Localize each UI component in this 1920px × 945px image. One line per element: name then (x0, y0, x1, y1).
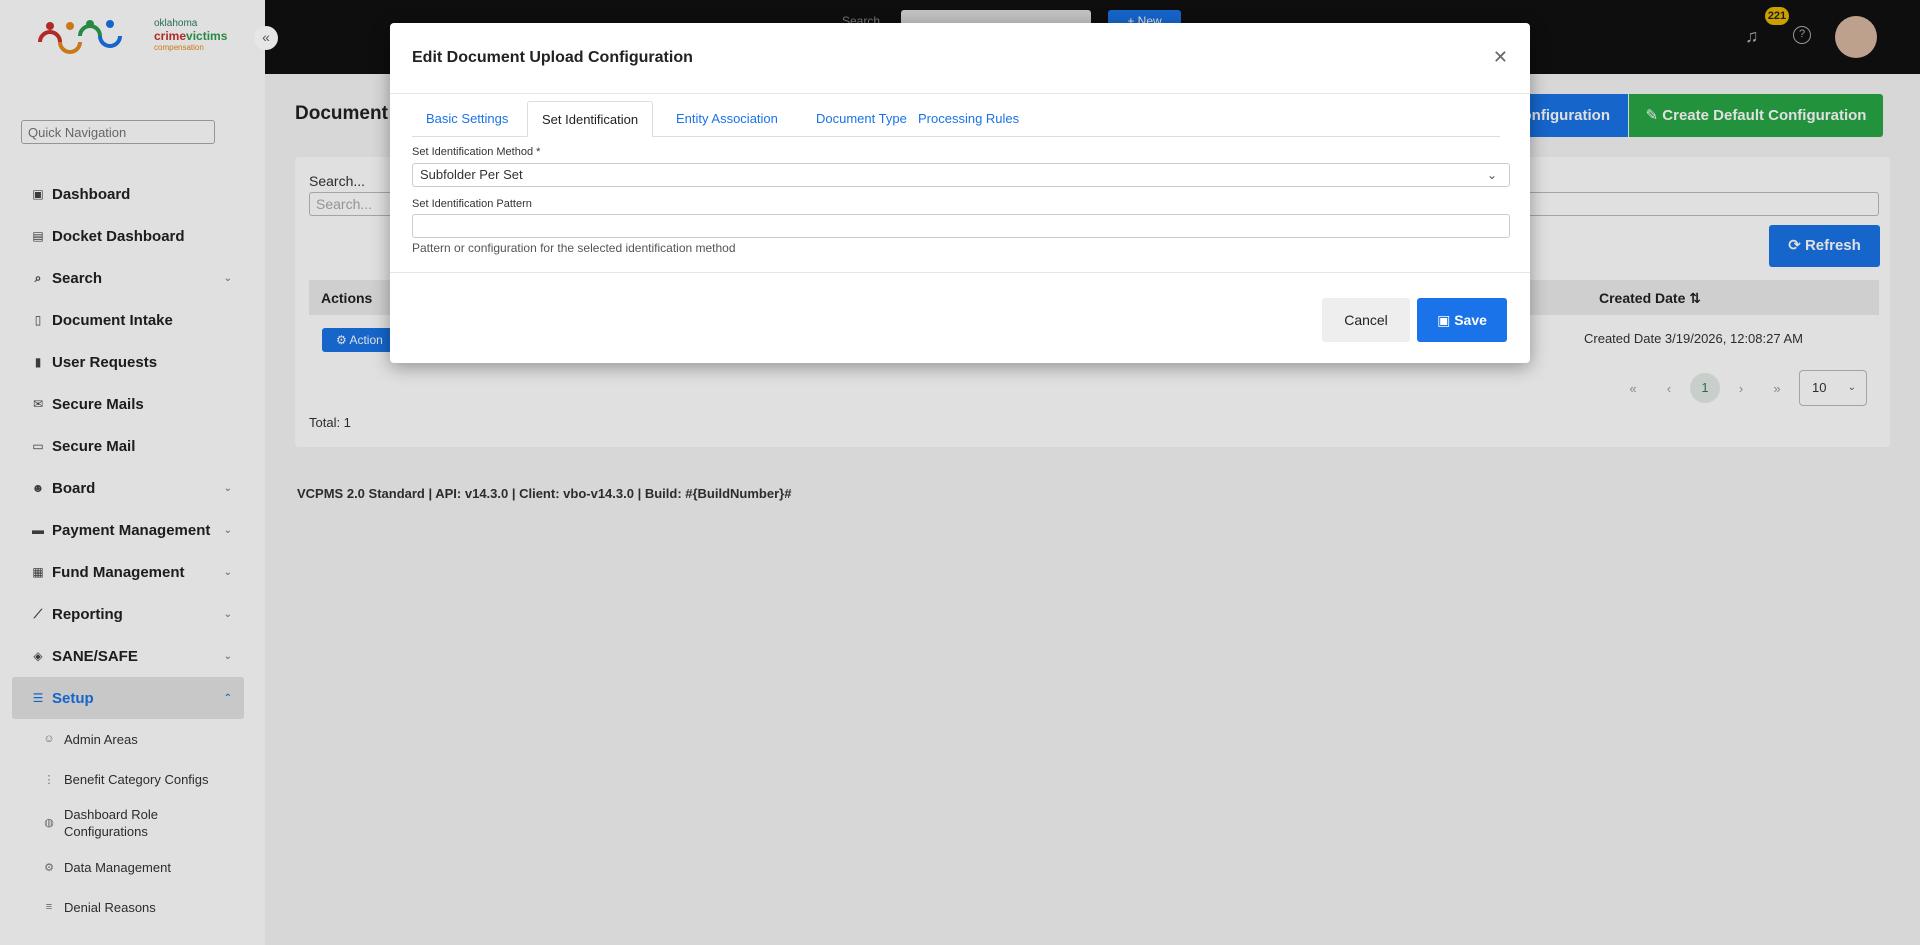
pattern-hint: Pattern or configuration for the selecte… (412, 241, 736, 255)
tab-processing-rules[interactable]: Processing Rules (904, 101, 1033, 137)
set-identification-method-select[interactable]: Subfolder Per Set ⌄ (412, 163, 1510, 187)
method-label: Set Identification Method * (412, 146, 541, 158)
save-button[interactable]: ▣ Save (1417, 298, 1507, 342)
save-label: Save (1454, 312, 1487, 328)
divider (390, 93, 1530, 94)
select-value: Subfolder Per Set (420, 167, 523, 182)
chevron-down-icon: ⌄ (1486, 168, 1497, 182)
divider (390, 272, 1530, 273)
edit-configuration-modal: Edit Document Upload Configuration ✕ Bas… (390, 23, 1530, 363)
pattern-label: Set Identification Pattern (412, 198, 532, 210)
tab-document-type[interactable]: Document Type (802, 101, 921, 137)
modal-tabs: Basic Settings Set Identification Entity… (412, 101, 1500, 137)
close-icon[interactable]: ✕ (1493, 47, 1508, 68)
tab-basic-settings[interactable]: Basic Settings (412, 101, 522, 137)
tab-set-identification[interactable]: Set Identification (527, 101, 654, 137)
set-identification-pattern-input[interactable] (412, 214, 1510, 238)
cancel-button[interactable]: Cancel (1322, 298, 1410, 342)
save-icon: ▣ (1437, 312, 1455, 328)
double-chevron-left-icon: « (262, 29, 270, 45)
tab-entity-association[interactable]: Entity Association (662, 101, 792, 137)
sidebar-collapse-button[interactable]: « (254, 26, 278, 50)
modal-title: Edit Document Upload Configuration (412, 49, 693, 66)
